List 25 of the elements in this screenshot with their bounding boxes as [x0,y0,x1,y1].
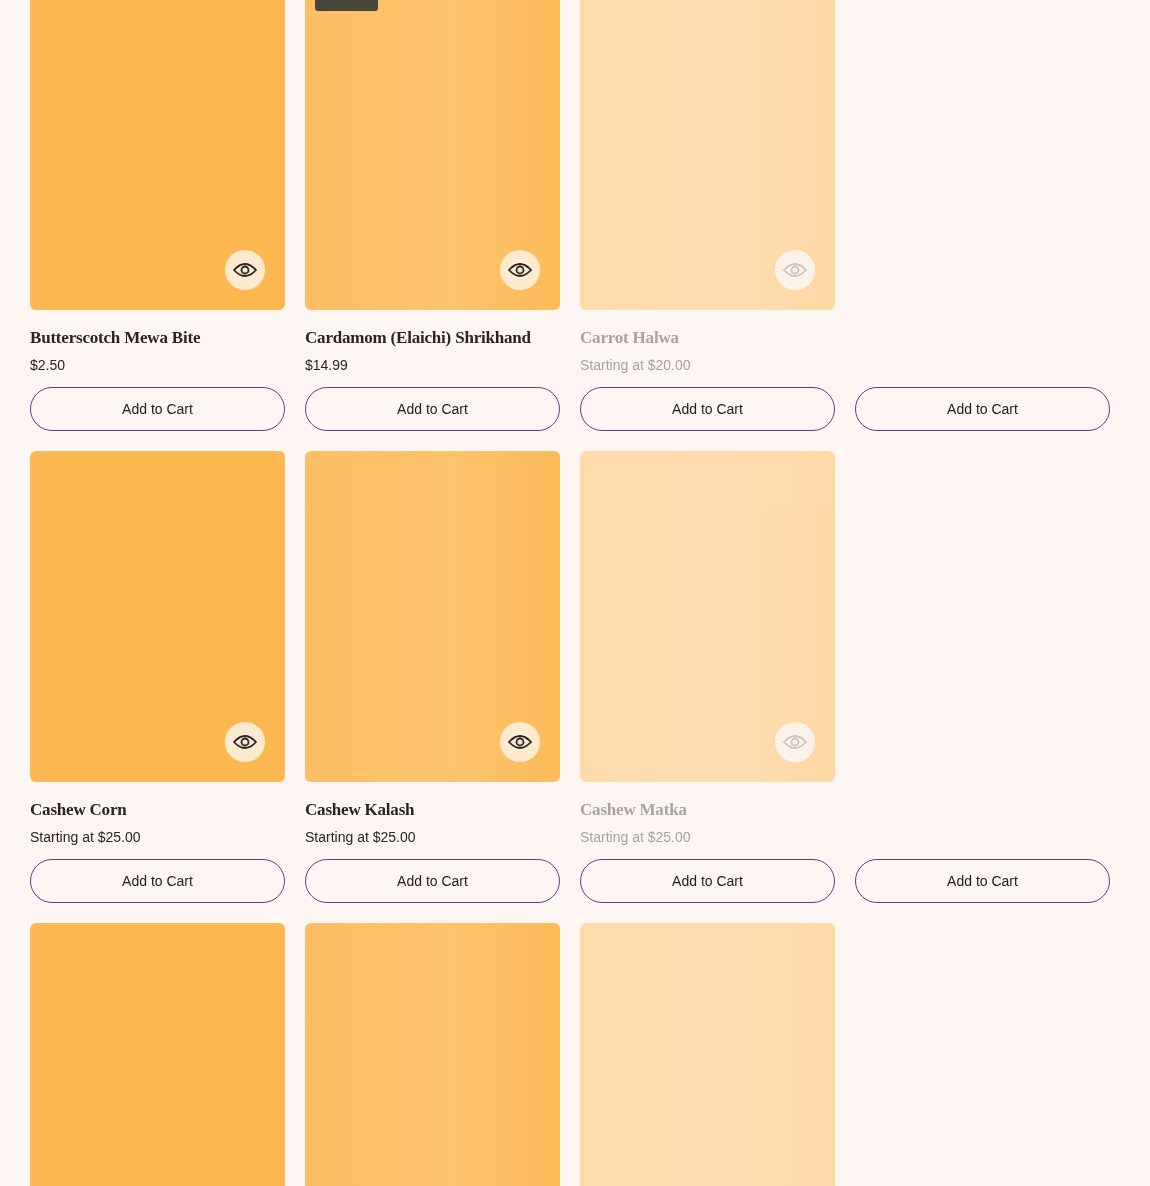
view-button[interactable] [225,250,265,290]
product-price: Starting at $25.00 [580,829,692,845]
eye-icon [508,734,532,750]
product-title[interactable]: Cashew Kalash [305,800,560,820]
eye-icon [783,262,807,278]
eye-icon [783,734,807,750]
product-image[interactable] [580,0,835,310]
product-price: Starting at $25.00 [305,829,417,845]
product-title[interactable]: Cardamom (Elaichi) Shrikhand [305,328,560,348]
product-price: Starting at $20.00 [580,357,692,373]
product-image[interactable] [580,923,835,1186]
eye-icon [233,734,257,750]
product-image[interactable] [580,451,835,782]
product-price: $14.99 [305,357,349,373]
product-title[interactable]: Butterscotch Mewa Bite [30,328,285,348]
view-button[interactable] [500,722,540,762]
product-image[interactable] [305,923,560,1186]
view-button[interactable] [225,722,265,762]
product-image[interactable] [30,923,285,1186]
product-price: $2.50 [30,357,67,373]
product-title[interactable]: Cashew Corn [30,800,285,820]
product-price: Starting at $25.00 [30,829,142,845]
eye-icon [508,262,532,278]
view-button[interactable] [500,250,540,290]
eye-icon [233,262,257,278]
